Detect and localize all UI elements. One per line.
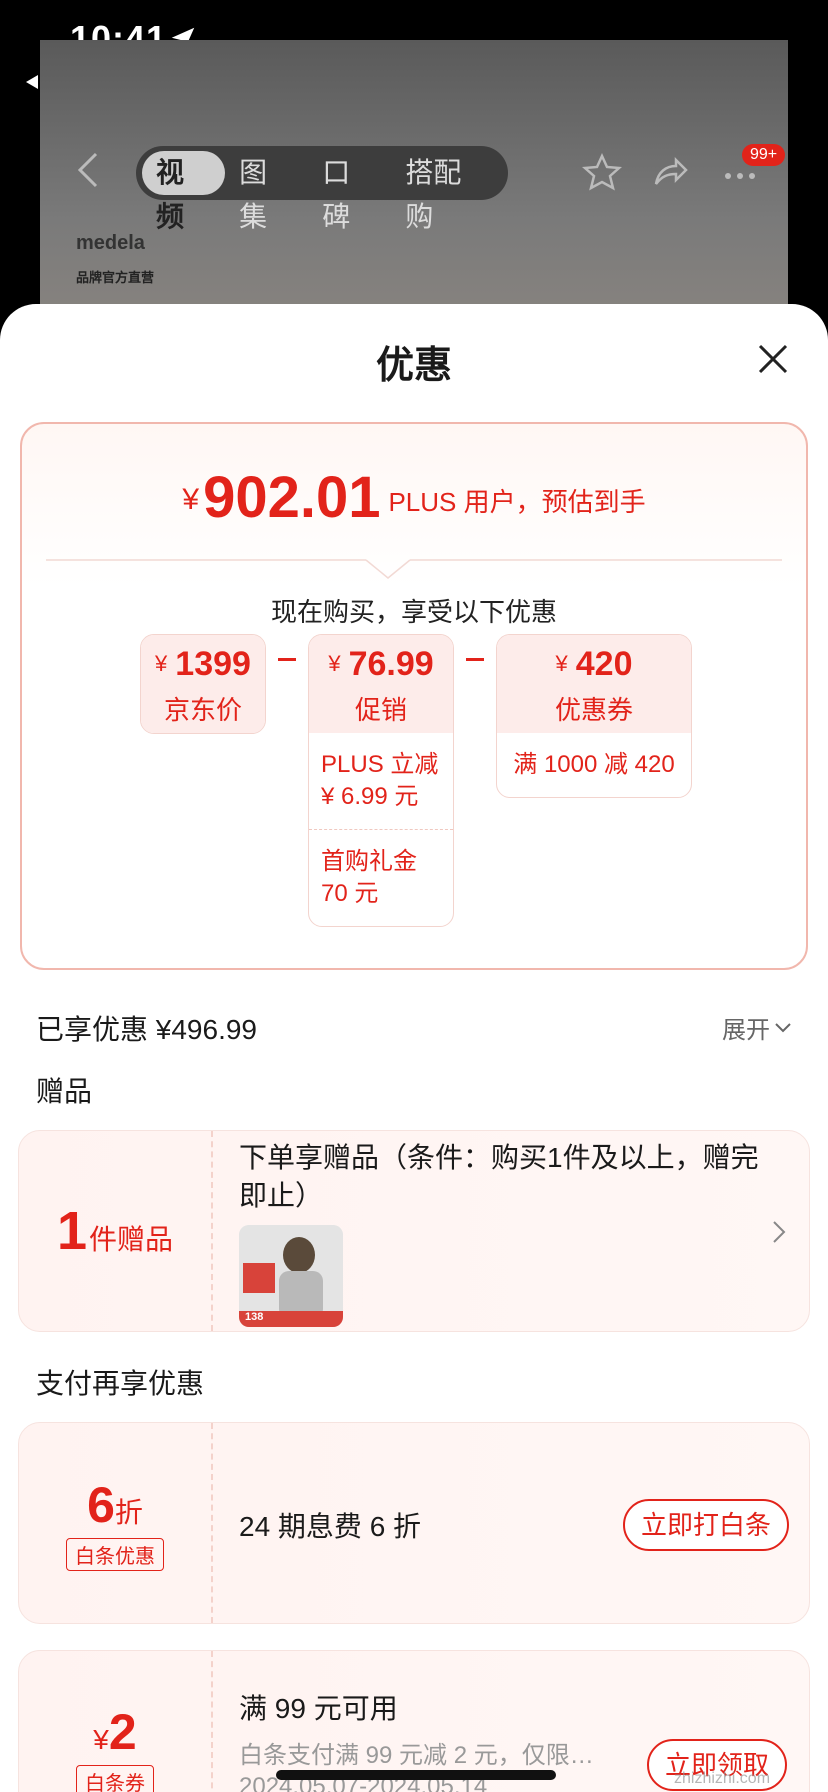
coupon-item: ¥420 优惠券 满 1000 减 420: [496, 634, 692, 798]
media-tabs: 视频 图集 口碑 搭配购: [136, 146, 508, 232]
currency-symbol: ¥: [182, 483, 200, 516]
gift-product-image: 138: [239, 1225, 343, 1327]
coupon-value: 2: [108, 1703, 137, 1760]
promotion-item: ¥76.99 促销 PLUS 立减 ¥ 6.99 元 首购礼金 70 元: [308, 634, 454, 927]
star-icon[interactable]: [582, 152, 622, 192]
close-icon[interactable]: [756, 342, 790, 376]
estimated-price-desc: PLUS 用户，预估到手: [388, 487, 646, 517]
discount-value: 6: [87, 1476, 115, 1533]
use-baitiao-button[interactable]: 立即打白条: [623, 1499, 790, 1551]
brand-logo-text: medela: [76, 232, 145, 254]
expand-label: 展开: [722, 1017, 770, 1044]
gift-section-title: 赠品: [36, 1076, 93, 1107]
coupon-description: 白条支付满 99 元减 2 元，仅限…: [239, 1742, 594, 1769]
baitiao-tag: 白条优惠: [66, 1537, 164, 1571]
gift-condition-text: 下单享赠品（条件：购买1件及以上，赠完即止）: [239, 1142, 759, 1211]
coupon-condition: 满 99 元可用: [239, 1693, 398, 1724]
discount-sheet: 优惠 ¥902.01 PLUS 用户，预估到手 现在购买，享受以下优惠 ¥1399…: [0, 304, 828, 1792]
brand-logo: medela 品牌官方直营: [76, 232, 154, 286]
baitiao-discount-card: 6折 白条优惠 24 期息费 6 折 立即打白条: [18, 1422, 810, 1624]
gift-card[interactable]: 1件赠品 下单享赠品（条件：购买1件及以上，赠完即止） 138: [18, 1130, 810, 1332]
discount-unit: 折: [114, 1496, 143, 1528]
item-amount: 420: [575, 645, 633, 683]
gift-count-panel: 1件赠品: [19, 1131, 213, 1331]
gift-count: 1件赠品: [56, 1201, 174, 1261]
currency-symbol: ¥: [328, 651, 341, 676]
baitiao-text: 24 期息费 6 折: [239, 1511, 422, 1542]
price-breakdown-card: ¥902.01 PLUS 用户，预估到手 现在购买，享受以下优惠 ¥1399 京东…: [20, 422, 808, 970]
coupon-detail: 满 1000 减 420: [513, 751, 675, 778]
tab-bundle[interactable]: 搭配购: [391, 151, 502, 232]
breakdown-subtitle: 现在购买，享受以下优惠: [270, 597, 557, 627]
item-label: 优惠券: [554, 695, 633, 725]
saved-amount: 已享优惠 ¥496.99: [36, 1014, 257, 1045]
jd-price-item: ¥1399 京东价: [140, 634, 266, 734]
estimated-price-value: 902.01: [203, 465, 381, 530]
item-amount: 1399: [175, 645, 251, 683]
currency-symbol: ¥: [93, 1723, 109, 1755]
item-label: 促销: [354, 695, 407, 725]
coupon-tag: 白条券: [76, 1764, 154, 1792]
gift-thumb-price: 138: [245, 1311, 264, 1323]
promotion-detail-gift: 首购礼金 70 元: [309, 829, 453, 926]
item-amount: 76.99: [348, 645, 434, 683]
home-indicator[interactable]: [276, 1770, 556, 1780]
estimated-price: ¥902.01 PLUS 用户，预估到手: [22, 464, 806, 531]
tab-video[interactable]: 视频: [142, 151, 226, 232]
minus-operator: [278, 658, 296, 661]
currency-symbol: ¥: [555, 651, 568, 676]
currency-symbol: ¥: [155, 651, 168, 676]
share-icon[interactable]: [650, 152, 690, 192]
expand-toggle[interactable]: 展开: [722, 1010, 792, 1045]
minus-operator: [466, 658, 484, 661]
baitiao-coupon-panel: ¥2 白条券: [19, 1651, 213, 1792]
baitiao-discount-panel: 6折 白条优惠: [19, 1423, 213, 1623]
divider-arrow: [46, 559, 782, 579]
notification-badge: 99+: [742, 144, 786, 166]
back-chevron-icon[interactable]: [74, 150, 104, 190]
watermark: zhizhizhi.com: [674, 1770, 771, 1787]
back-triangle-icon: [26, 74, 38, 89]
item-label: 京东价: [163, 695, 242, 725]
chevron-down-icon: [775, 1022, 791, 1032]
sheet-title: 优惠: [375, 345, 452, 387]
tab-reviews[interactable]: 口碑: [308, 151, 391, 232]
brand-subtitle: 品牌官方直营: [76, 270, 155, 285]
pay-section-title: 支付再享优惠: [36, 1368, 205, 1399]
promotion-detail-plus: PLUS 立减 ¥ 6.99 元: [321, 751, 439, 810]
chevron-right-icon: [773, 1221, 786, 1243]
tab-gallery[interactable]: 图集: [225, 151, 308, 232]
